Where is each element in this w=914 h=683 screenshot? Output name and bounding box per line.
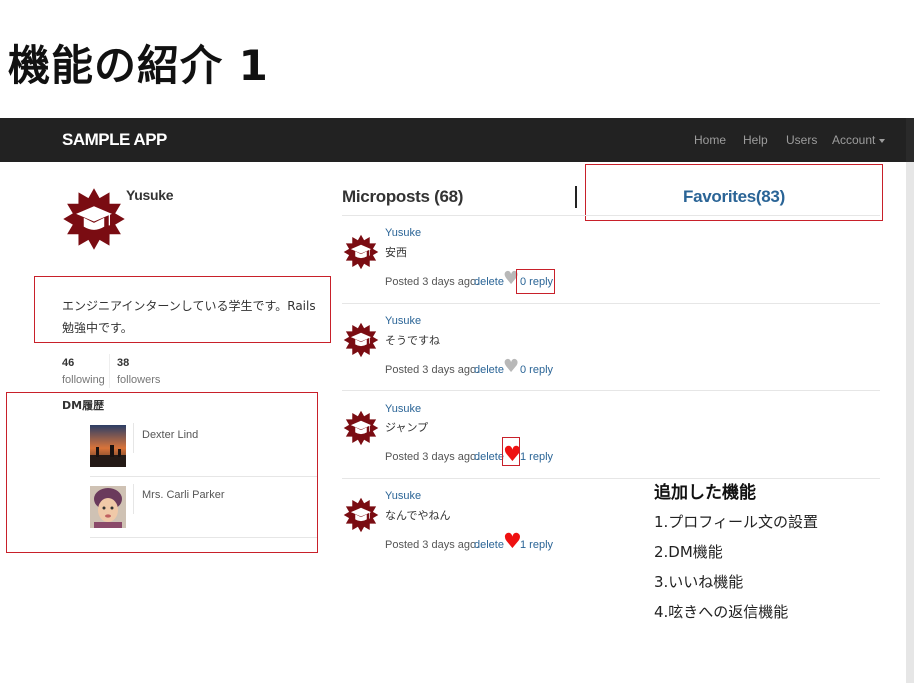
post-divider [342, 390, 880, 391]
heading-divider [342, 215, 880, 216]
features-title: 追加した機能 [654, 483, 756, 503]
reply-link[interactable]: 0 reply [520, 364, 553, 376]
feature-item: 3.いいね機能 [654, 573, 744, 591]
annotation-box-like [502, 437, 520, 466]
tab-microposts[interactable]: Microposts (68) [342, 187, 463, 207]
post-timestamp: Posted 3 days ago. [385, 364, 480, 376]
post-content: なんでやねん [385, 509, 451, 522]
heart-filled-icon[interactable]: ♥ [503, 531, 522, 552]
post-content: ジャンプ [385, 421, 429, 434]
followers-count[interactable]: 38 [117, 357, 129, 369]
post-avatar-icon[interactable] [343, 410, 379, 446]
navbar: SAMPLE APP Home Help Users Account [0, 118, 906, 162]
post-user-link[interactable]: Yusuke [385, 403, 421, 415]
reply-link[interactable]: 1 reply [520, 451, 553, 463]
post-divider [342, 478, 880, 479]
post-content: そうですね [385, 334, 440, 347]
caret-down-icon [879, 138, 886, 143]
followers-label[interactable]: followers [117, 374, 160, 386]
following-label[interactable]: following [62, 374, 105, 386]
reply-link[interactable]: 1 reply [520, 539, 553, 551]
annotation-box-reply [516, 269, 555, 294]
delete-link[interactable]: delete [474, 451, 504, 463]
post-user-link[interactable]: Yusuke [385, 490, 421, 502]
post-avatar-icon[interactable] [343, 234, 379, 270]
scrollbar-thumb[interactable] [906, 118, 914, 162]
post-avatar-icon[interactable] [343, 322, 379, 358]
post-content: 安西 [385, 246, 407, 259]
nav-home[interactable]: Home [694, 133, 726, 147]
scrollbar-track[interactable] [906, 118, 914, 683]
post-timestamp: Posted 3 days ago. [385, 539, 480, 551]
annotation-box-bio [34, 276, 331, 343]
annotation-box-favorites [585, 164, 883, 221]
post-user-link[interactable]: Yusuke [385, 227, 421, 239]
feature-item: 1.プロフィール文の設置 [654, 513, 819, 531]
post-timestamp: Posted 3 days ago. [385, 451, 480, 463]
post-timestamp: Posted 3 days ago. [385, 276, 480, 288]
avatar-badge-icon[interactable] [62, 187, 126, 251]
tab-separator [575, 186, 577, 208]
profile-name: Yusuke [126, 187, 174, 203]
nav-users[interactable]: Users [786, 133, 817, 147]
brand-logo[interactable]: SAMPLE APP [62, 130, 167, 150]
heart-outline-icon[interactable]: ♥ [503, 358, 519, 376]
post-user-link[interactable]: Yusuke [385, 315, 421, 327]
following-count[interactable]: 46 [62, 357, 74, 369]
delete-link[interactable]: delete [474, 539, 504, 551]
feature-item: 4.呟きへの返信機能 [654, 603, 789, 621]
annotation-box-dm [6, 392, 318, 553]
feature-item: 2.DM機能 [654, 543, 723, 561]
stats-divider [109, 354, 110, 388]
nav-account-dropdown[interactable]: Account [832, 133, 886, 147]
post-divider [342, 303, 880, 304]
nav-help[interactable]: Help [743, 133, 768, 147]
slide-title: 機能の紹介 1 [8, 41, 269, 90]
delete-link[interactable]: delete [474, 276, 504, 288]
post-avatar-icon[interactable] [343, 497, 379, 533]
nav-account-label: Account [832, 133, 876, 147]
delete-link[interactable]: delete [474, 364, 504, 376]
